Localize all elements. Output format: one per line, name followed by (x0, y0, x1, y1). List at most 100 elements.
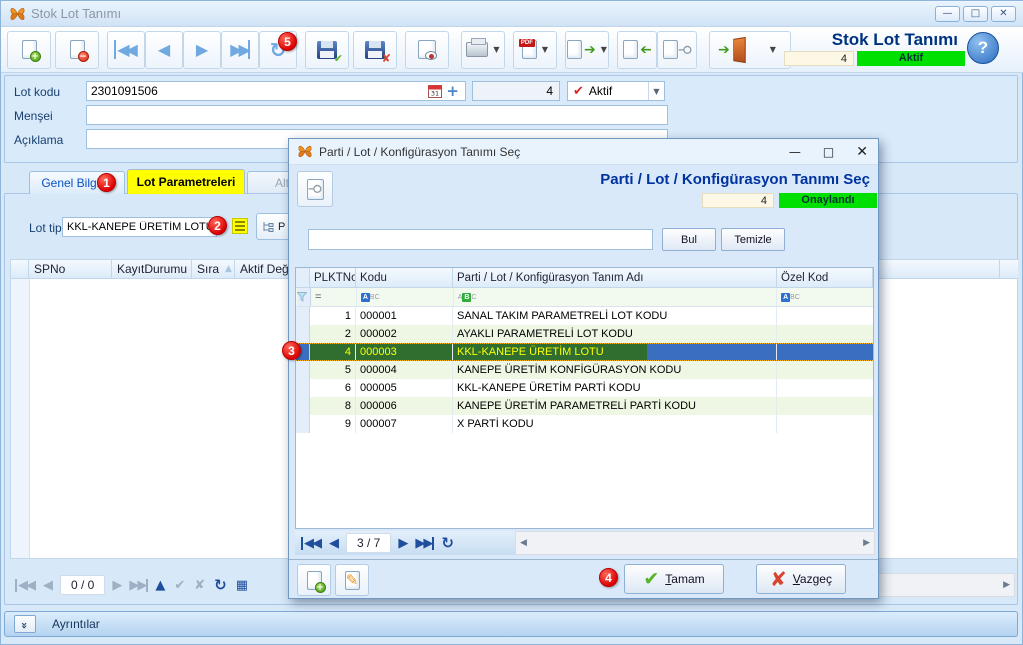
main-first-icon[interactable]: ◀◀ (15, 579, 36, 592)
modal-search-field[interactable] (308, 229, 653, 250)
status-dropdown-caret-icon[interactable]: ▼ (648, 82, 664, 100)
filter-tanim-adi[interactable]: ABC (454, 288, 777, 306)
modal-col-tanim-adi[interactable]: Parti / Lot / Konfigürasyon Tanım Adı (453, 268, 777, 288)
main-cancel-icon[interactable]: ✘ (194, 579, 207, 592)
modal-scroll-right-icon[interactable]: ▶ (863, 538, 870, 548)
add-plus-icon[interactable]: + (446, 82, 459, 100)
modal-minimize-icon[interactable]: — (789, 145, 801, 159)
cell-plktno: 5 (310, 361, 356, 379)
modal-col-kodu[interactable]: Kodu (356, 268, 453, 288)
status-dropdown[interactable]: ✔ Aktif ▼ (567, 81, 665, 101)
exit-button[interactable]: ➔ ▼ (709, 31, 791, 69)
modal-maximize-icon[interactable]: □ (823, 145, 834, 159)
main-last-icon[interactable]: ▶▶ (129, 579, 148, 592)
modal-next-icon[interactable]: ▶ (398, 537, 408, 550)
grid-row-5[interactable]: 6 000005 KKL-KANEPE ÜRETİM PARTİ KODU (296, 379, 873, 397)
main-grid-col-sira[interactable]: Sıra ▲ (192, 259, 235, 279)
copy-dropdown-caret-icon[interactable]: ▼ (601, 45, 607, 54)
lot-kodu-input[interactable] (87, 84, 428, 98)
filter-plktno-equals[interactable]: = (311, 288, 357, 306)
close-button[interactable]: ✕ (991, 6, 1016, 22)
grid-row-3-selected[interactable]: 4 000003 KKL-KANEPE ÜRETİM LOTU (296, 343, 873, 361)
scroll-right-icon[interactable]: ▶ (1003, 580, 1010, 590)
modal-first-icon[interactable]: ◀◀ (301, 537, 322, 550)
save-cancel-button[interactable]: ✘ (353, 31, 397, 69)
copy-transfer-button[interactable]: ➔▼ (565, 31, 609, 69)
modal-heading: Parti / Lot / Konfigürasyon Tanımı Seç (600, 171, 870, 188)
modal-prev-icon[interactable]: ◀ (329, 537, 339, 550)
main-next-icon[interactable]: ▶ (112, 579, 122, 592)
parti-lot-sec-dialog: Parti / Lot / Konfigürasyon Tanımı Seç —… (288, 138, 879, 599)
preview-button[interactable] (405, 31, 449, 69)
new-record-button[interactable]: + (7, 31, 51, 69)
modal-status-badge: Onaylandı (779, 193, 877, 208)
next-record-button[interactable]: ▶ (183, 31, 221, 69)
main-grid-indicator-column (11, 279, 30, 558)
pdf-dropdown-caret-icon[interactable]: ▼ (542, 45, 548, 54)
print-button[interactable]: ▼ (461, 31, 505, 69)
maximize-button[interactable]: □ (963, 6, 988, 22)
modal-close-icon[interactable]: ✕ (856, 144, 868, 160)
filter-kodu[interactable]: ABC (357, 288, 454, 306)
calendar-icon[interactable]: 31 (428, 84, 442, 98)
export-pdf-button[interactable]: PDF▼ (513, 31, 557, 69)
filter-funnel-icon[interactable] (297, 288, 311, 306)
main-grid-col-kayitdurumu[interactable]: KayıtDurumu (112, 259, 192, 279)
ok-button[interactable]: ✔ Tamam (624, 564, 724, 594)
grid-row-6[interactable]: 8 000006 KANEPE ÜRETİM PARAMETRELİ PARTİ… (296, 397, 873, 415)
main-grid-view-icon[interactable]: ▦ (236, 579, 250, 592)
modal-tools-button[interactable]: ⚲ (297, 171, 333, 207)
tab-lot-parametreleri[interactable]: Lot Parametreleri (127, 169, 245, 194)
first-record-button[interactable]: ◀◀ (107, 31, 145, 69)
lot-tipi-field[interactable] (62, 217, 217, 237)
modal-refresh-icon[interactable]: ↻ (441, 536, 456, 551)
lot-kodu-field[interactable]: 31 + (86, 81, 466, 101)
modal-scroll-left-icon[interactable]: ◀ (520, 538, 527, 548)
help-button[interactable]: ? (967, 32, 999, 64)
clear-button[interactable]: Temizle (721, 228, 785, 251)
lot-tipi-input[interactable] (63, 221, 216, 233)
modal-add-button[interactable]: + (297, 564, 331, 596)
cancel-button[interactable]: ✘ Vazgeç (756, 564, 846, 594)
grid-row-4[interactable]: 5 000004 KANEPE ÜRETİM KONFİGÜRASYON KOD… (296, 361, 873, 379)
mensei-input[interactable] (87, 108, 667, 122)
modal-filter-row[interactable]: = ABC ABC ABC (296, 288, 873, 307)
previous-record-button[interactable]: ◀ (145, 31, 183, 69)
exit-dropdown-caret-icon[interactable]: ▼ (770, 45, 776, 54)
modal-last-icon[interactable]: ▶▶ (415, 537, 434, 550)
save-button[interactable]: ✔ (305, 31, 349, 69)
print-dropdown-caret-icon[interactable]: ▼ (493, 45, 499, 54)
import-back-button[interactable]: ➔ (617, 31, 657, 69)
modal-grid: PLKTNo Kodu Parti / Lot / Konfigürasyon … (295, 267, 874, 529)
modal-edit-button[interactable]: ✎ (335, 564, 369, 596)
main-refresh-icon[interactable]: ↻ (214, 578, 229, 593)
modal-col-ozel-kod[interactable]: Özel Kod (777, 268, 873, 288)
mensei-field[interactable] (86, 105, 668, 125)
main-accept-icon[interactable]: ✔ (174, 579, 187, 592)
modal-add-doc-icon: + (307, 571, 322, 590)
find-button[interactable]: Bul (662, 228, 716, 251)
preview-eye-icon (418, 40, 436, 59)
details-expand-button[interactable]: » (14, 615, 36, 633)
minimize-button[interactable]: — (935, 6, 960, 22)
main-collapse-icon[interactable]: ▲ (155, 579, 167, 592)
grid-row-7[interactable]: 9 000007 X PARTİ KODU (296, 415, 873, 433)
grid-row-2[interactable]: 2 000002 AYAKLI PARAMETRELİ LOT KODU (296, 325, 873, 343)
status-badge: Aktif (857, 51, 965, 66)
modal-search-input[interactable] (309, 230, 652, 249)
lot-kodu-label: Lot kodu (14, 85, 60, 99)
lot-tipi-list-icon[interactable] (232, 218, 248, 234)
modal-col-plktno[interactable]: PLKTNo (310, 268, 356, 288)
modal-horizontal-scrollbar[interactable]: ◀ ▶ (515, 531, 875, 555)
main-grid-col-spno[interactable]: SPNo (29, 259, 112, 279)
details-bar[interactable]: » Ayrıntılar (4, 611, 1018, 637)
grid-row-1[interactable]: 1 000001 SANAL TAKIM PARAMETRELİ LOT KOD… (296, 307, 873, 325)
last-record-button[interactable]: ▶▶ (221, 31, 259, 69)
exit-arrow-icon: ➔ (718, 42, 730, 58)
cell-plktno: 8 (310, 397, 356, 415)
tools-button[interactable]: ⚲ (657, 31, 697, 69)
filter-ozel-kod[interactable]: ABC (777, 288, 873, 306)
delete-record-button[interactable]: − (55, 31, 99, 69)
main-prev-icon[interactable]: ◀ (43, 579, 53, 592)
main-grid-col-sira-label: Sıra (197, 262, 219, 276)
